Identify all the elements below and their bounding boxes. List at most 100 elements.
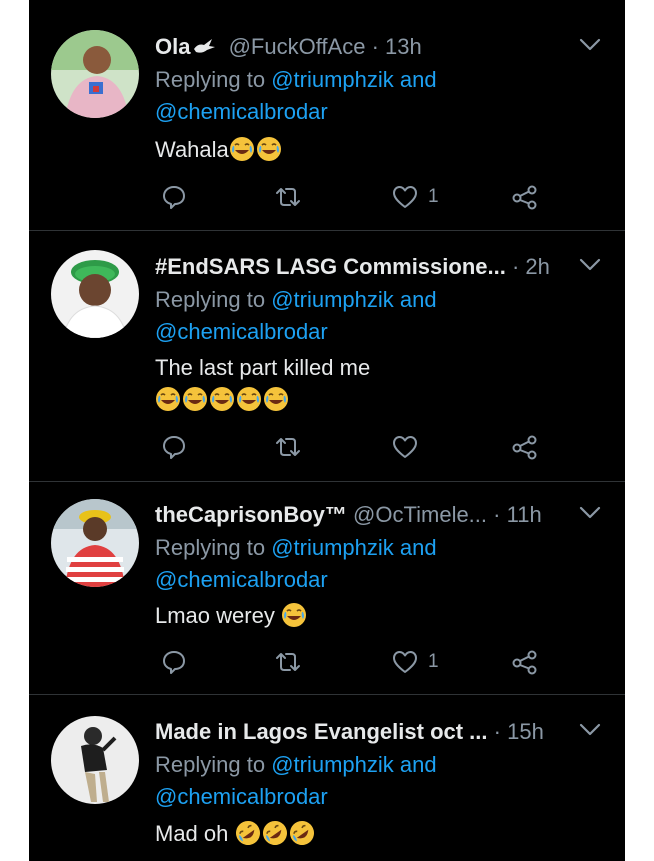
joy-emoji-icon [229, 136, 255, 162]
share-button[interactable] [511, 182, 539, 212]
replying-to: Replying to @triumphzik and @chemicalbro… [155, 532, 595, 596]
tweet-text-content: Mad oh [155, 821, 229, 846]
tweet-actions [155, 432, 595, 462]
share-icon [511, 434, 539, 460]
tweet-header: Made in Lagos Evangelist oct ... · 15h [155, 717, 573, 747]
mention-link[interactable]: @chemicalbrodar [155, 319, 328, 344]
display-name[interactable]: Ola [155, 34, 190, 59]
joy-emoji-icon [263, 386, 289, 412]
replying-to: Replying to @triumphzik and @chemicalbro… [155, 749, 595, 813]
rofl-emoji-icon [289, 820, 315, 846]
share-button[interactable] [511, 432, 539, 462]
reply-button[interactable] [161, 432, 187, 462]
avatar[interactable] [51, 30, 139, 118]
tweet-header: #EndSARS LASG Commissione... · 2h [155, 252, 573, 282]
mention-link[interactable]: @triumphzik [271, 752, 394, 777]
handle[interactable]: @OcTimele... [353, 502, 487, 527]
retweet-icon [273, 434, 303, 460]
heart-icon [391, 649, 419, 675]
mention-link[interactable]: @triumphzik [271, 287, 394, 312]
retweet-icon [273, 649, 303, 675]
replying-to: Replying to @triumphzik and @chemicalbro… [155, 284, 595, 348]
mention-link[interactable]: @triumphzik [271, 535, 394, 560]
separator: · [511, 254, 520, 279]
heart-icon [391, 184, 419, 210]
reply-button[interactable] [161, 182, 187, 212]
tweet-text-content: The last part killed me [155, 355, 371, 380]
joy-emoji-icon [182, 386, 208, 412]
mention-link[interactable]: @chemicalbrodar [155, 99, 328, 124]
display-name[interactable]: Made in Lagos Evangelist oct ... [155, 719, 488, 744]
tweet[interactable]: theCaprisonBoy™ @OcTimele... · 11h Reply… [29, 482, 625, 695]
and-link[interactable]: and [400, 287, 437, 312]
separator: · [493, 502, 501, 527]
dove-icon [192, 33, 216, 53]
tweet[interactable]: Made in Lagos Evangelist oct ... · 15h R… [29, 695, 625, 861]
share-icon [511, 649, 539, 675]
separator: · [493, 719, 501, 744]
tweet-text: Mad oh [155, 818, 595, 850]
timestamp: 2h [525, 254, 550, 279]
joy-emoji-icon [155, 386, 181, 412]
retweet-button[interactable] [273, 647, 303, 677]
chevron-down-icon[interactable] [579, 38, 601, 52]
retweet-icon [273, 184, 303, 210]
like-button[interactable]: 1 [391, 647, 439, 677]
avatar[interactable] [51, 716, 139, 804]
tweet-text: The last part killed me [155, 352, 595, 416]
like-button[interactable] [391, 432, 428, 462]
tweet-replies-screen: Ola @FuckOffAce · 13h Replying to @trium… [29, 0, 625, 861]
like-button[interactable]: 1 [391, 182, 439, 212]
reply-icon [161, 434, 187, 460]
joy-emoji-icon [209, 386, 235, 412]
chevron-down-icon[interactable] [579, 723, 601, 737]
mention-link[interactable]: @chemicalbrodar [155, 567, 328, 592]
share-button[interactable] [511, 647, 539, 677]
tweet-text-content: Lmao werey [155, 603, 275, 628]
share-icon [511, 184, 539, 210]
mention-link[interactable]: @chemicalbrodar [155, 784, 328, 809]
replying-to: Replying to @triumphzik and @chemicalbro… [155, 64, 595, 128]
chevron-down-icon[interactable] [579, 258, 601, 272]
rofl-emoji-icon [262, 820, 288, 846]
replying-prefix: Replying to [155, 752, 266, 777]
replying-prefix: Replying to [155, 67, 266, 92]
display-name[interactable]: #EndSARS LASG Commissione... [155, 254, 506, 279]
rofl-emoji-icon [235, 820, 261, 846]
retweet-button[interactable] [273, 182, 303, 212]
display-name[interactable]: theCaprisonBoy™ [155, 502, 347, 527]
reply-icon [161, 184, 187, 210]
like-count: 1 [428, 186, 439, 207]
tweet-header: theCaprisonBoy™ @OcTimele... · 11h [155, 500, 573, 530]
replying-prefix: Replying to [155, 287, 266, 312]
tweet-header: Ola @FuckOffAce · 13h [155, 32, 573, 62]
tweet[interactable]: #EndSARS LASG Commissione... · 2h Replyi… [29, 231, 625, 482]
like-count: 1 [428, 651, 439, 672]
reply-button[interactable] [161, 647, 187, 677]
avatar[interactable] [51, 499, 139, 587]
joy-emoji-icon [281, 602, 307, 628]
joy-emoji-icon [256, 136, 282, 162]
tweet-text-content: Wahala [155, 137, 229, 162]
timestamp: 11h [506, 502, 542, 527]
joy-emoji-icon [236, 386, 262, 412]
separator: · [371, 34, 379, 59]
tweet-text: Wahala [155, 134, 595, 166]
handle[interactable]: @FuckOffAce [229, 34, 366, 59]
timestamp: 15h [507, 719, 544, 744]
and-link[interactable]: and [400, 67, 437, 92]
avatar[interactable] [51, 250, 139, 338]
replying-prefix: Replying to [155, 535, 266, 560]
reply-icon [161, 649, 187, 675]
tweet-actions: 1 [155, 182, 595, 212]
heart-icon [391, 434, 419, 460]
mention-link[interactable]: @triumphzik [271, 67, 394, 92]
chevron-down-icon[interactable] [579, 506, 601, 520]
tweet-actions: 1 [155, 647, 595, 677]
retweet-button[interactable] [273, 432, 303, 462]
tweet-text: Lmao werey [155, 600, 595, 632]
tweet[interactable]: Ola @FuckOffAce · 13h Replying to @trium… [29, 0, 625, 231]
and-link[interactable]: and [400, 752, 437, 777]
timestamp: 13h [385, 34, 422, 59]
and-link[interactable]: and [400, 535, 437, 560]
